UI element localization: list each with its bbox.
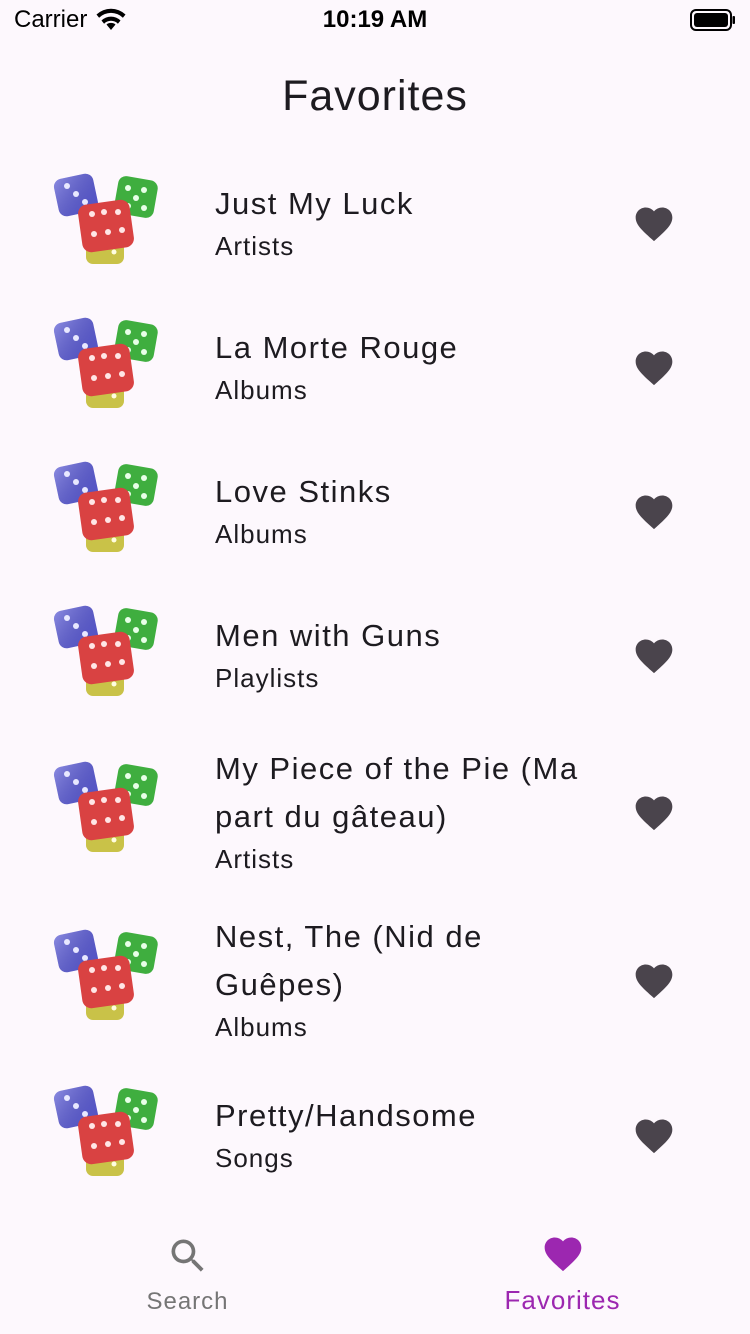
item-text: My Piece of the Pie (Ma part du gâteau) …: [215, 745, 595, 877]
favorite-toggle-button[interactable]: [630, 957, 678, 1005]
dice-thumbnail: [52, 760, 160, 856]
list-item[interactable]: La Morte Rouge Albums: [0, 296, 750, 440]
heart-icon: [632, 791, 676, 835]
search-icon: [171, 1239, 204, 1272]
heart-icon: [632, 202, 676, 246]
heart-icon: [632, 490, 676, 534]
item-text: Nest, The (Nid de Guêpes) Albums: [215, 913, 595, 1045]
item-category: Artists: [215, 844, 295, 874]
tab-favorites-label: Favorites: [504, 1285, 621, 1315]
battery-icon: [690, 9, 736, 36]
favorite-toggle-button[interactable]: [630, 1112, 678, 1160]
list-item[interactable]: Men with Guns Playlists: [0, 584, 750, 728]
item-title: Love Stinks: [215, 474, 392, 509]
item-title: Nest, The (Nid de Guêpes): [215, 919, 483, 1002]
status-bar: Carrier 10:19 AM: [0, 0, 750, 40]
heart-icon: [632, 634, 676, 678]
item-text: Just My Luck Artists: [215, 180, 595, 264]
item-category: Artists: [215, 231, 295, 261]
item-text: Men with Guns Playlists: [215, 612, 595, 696]
item-title: Just My Luck: [215, 186, 414, 221]
item-title: La Morte Rouge: [215, 330, 459, 365]
item-text: La Morte Rouge Albums: [215, 324, 595, 408]
dice-thumbnail: [52, 316, 160, 412]
status-time: 10:19 AM: [322, 6, 428, 33]
favorite-toggle-button[interactable]: [630, 789, 678, 837]
list-item[interactable]: Love Stinks Albums: [0, 440, 750, 584]
bottom-navigation: Search Favorites: [0, 1212, 750, 1334]
list-item[interactable]: Pretty/Handsome Songs: [0, 1064, 750, 1208]
tab-search-label: Search: [146, 1288, 229, 1315]
dice-thumbnail: [52, 460, 160, 556]
favorite-toggle-button[interactable]: [630, 632, 678, 680]
heart-icon: [541, 1232, 585, 1276]
item-category: Playlists: [215, 663, 320, 693]
heart-icon: [632, 346, 676, 390]
item-category: Albums: [215, 375, 308, 405]
item-title: Pretty/Handsome: [215, 1098, 477, 1133]
heart-icon: [632, 1114, 676, 1158]
item-text: Pretty/Handsome Songs: [215, 1092, 595, 1176]
dice-thumbnail: [52, 1084, 160, 1180]
favorite-toggle-button[interactable]: [630, 344, 678, 392]
tab-search[interactable]: Search: [0, 1212, 375, 1334]
heart-icon: [632, 959, 676, 1003]
item-title: My Piece of the Pie (Ma part du gâteau): [215, 751, 579, 834]
tab-favorites[interactable]: Favorites: [375, 1212, 750, 1334]
item-text: Love Stinks Albums: [215, 468, 595, 552]
dice-thumbnail: [52, 604, 160, 700]
dice-thumbnail: [52, 928, 160, 1024]
dice-thumbnail: [52, 172, 160, 268]
item-category: Songs: [215, 1143, 294, 1173]
page-title: Favorites: [282, 72, 468, 120]
list-item[interactable]: Nest, The (Nid de Guêpes) Albums: [0, 896, 750, 1064]
list-item[interactable]: Just My Luck Artists: [0, 152, 750, 296]
favorite-toggle-button[interactable]: [630, 488, 678, 536]
list-item[interactable]: My Piece of the Pie (Ma part du gâteau) …: [0, 728, 750, 896]
item-title: Men with Guns: [215, 618, 442, 653]
item-category: Albums: [215, 519, 308, 549]
favorite-toggle-button[interactable]: [630, 200, 678, 248]
item-category: Albums: [215, 1012, 308, 1042]
